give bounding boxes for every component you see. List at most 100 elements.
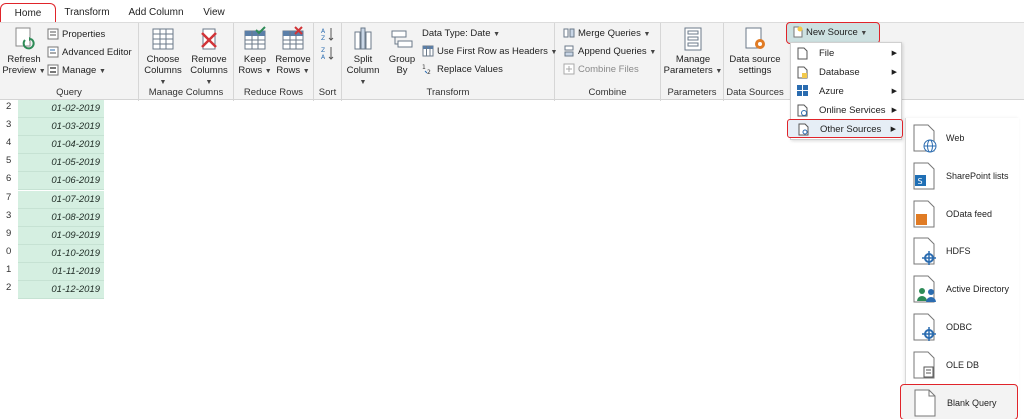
- table-cell[interactable]: 01-06-2019: [18, 172, 104, 190]
- chevron-down-icon: ▼: [643, 31, 651, 38]
- svg-text:1: 1: [422, 64, 426, 71]
- split-column-button[interactable]: Split Column ▼: [344, 26, 382, 88]
- combine-files-icon: [563, 63, 575, 75]
- settings-label: settings: [738, 65, 772, 76]
- manage-parameters-button[interactable]: Manage Parameters ▼: [663, 26, 723, 77]
- table-cell[interactable]: 01-05-2019: [18, 154, 104, 172]
- remove-columns-button[interactable]: Remove Columns ▼: [187, 26, 231, 88]
- table-cell[interactable]: 01-04-2019: [18, 136, 104, 154]
- first-row-label: Use First Row as Headers: [437, 46, 548, 57]
- keep-rows-button[interactable]: Keep Rows ▼: [237, 26, 273, 77]
- menu-item-blank-query[interactable]: Blank Query: [900, 384, 1018, 419]
- choose-columns-button[interactable]: Choose Columns ▼: [141, 26, 185, 88]
- menu-item-web[interactable]: Web: [906, 120, 1020, 156]
- table-cell[interactable]: 01-03-2019: [18, 118, 104, 136]
- chevron-down-icon: ▼: [715, 68, 723, 75]
- table-cell[interactable]: 01-02-2019: [18, 100, 104, 118]
- combine-files-button[interactable]: Combine Files: [563, 62, 639, 78]
- replace-values-icon: 12: [422, 64, 431, 75]
- combine-files-label: Combine Files: [578, 64, 639, 75]
- refresh-label: Refresh: [7, 54, 41, 65]
- tab-view[interactable]: View: [196, 3, 232, 22]
- chevron-right-icon: ▶: [891, 107, 897, 114]
- other-sources-menu: Web S SharePoint lists OData feed HDFS A…: [900, 118, 1020, 419]
- menu-item-hdfs[interactable]: HDFS: [906, 233, 1020, 269]
- data-source-settings-icon: [745, 27, 765, 49]
- remove-rows-button[interactable]: Remove Rows ▼: [274, 26, 312, 77]
- new-source-button[interactable]: New Source ▼: [786, 22, 880, 44]
- group-label-data-sources: Data Sources: [726, 87, 784, 98]
- menu-item-azure[interactable]: Azure ▶: [791, 82, 903, 101]
- table-cell[interactable]: 01-12-2019: [18, 281, 104, 299]
- replace-values-label: Replace Values: [437, 64, 503, 75]
- group-manage-columns: Choose Columns ▼ Remove Columns ▼ Manage…: [139, 23, 234, 101]
- group-reduce-rows: Keep Rows ▼ Remove Rows ▼ Reduce Rows: [234, 23, 314, 101]
- group-by-icon: [391, 30, 413, 48]
- table-cell[interactable]: 01-10-2019: [18, 245, 104, 263]
- chevron-down-icon: ▼: [159, 79, 167, 86]
- menu-item-odata-feed[interactable]: OData feed: [906, 196, 1020, 232]
- svg-text:S: S: [918, 177, 923, 186]
- tab-add-column[interactable]: Add Column: [124, 3, 188, 22]
- svg-text:Z: Z: [321, 35, 325, 42]
- advanced-editor-icon: [47, 46, 59, 58]
- use-first-row-headers-button[interactable]: Use First Row as Headers ▼: [422, 44, 557, 60]
- data-source-label: Data source: [729, 54, 781, 65]
- chevron-right-icon: ▶: [891, 69, 897, 76]
- sort-descending-button[interactable]: ZA: [320, 45, 336, 61]
- sharepoint-lists-label: SharePoint lists: [946, 171, 1009, 181]
- group-label-sort: Sort: [318, 87, 337, 98]
- merge-queries-label: Merge Queries: [578, 28, 641, 39]
- chevron-down-icon: ▼: [359, 79, 367, 86]
- table-cell[interactable]: 01-09-2019: [18, 227, 104, 245]
- odbc-label: ODBC: [946, 322, 973, 332]
- menu-item-ole-db[interactable]: OLE DB: [906, 347, 1020, 383]
- azure-label: Azure: [819, 86, 844, 97]
- menu-item-file[interactable]: File ▶: [791, 44, 903, 63]
- row-number: 3: [6, 119, 12, 130]
- merge-queries-button[interactable]: Merge Queries ▼: [563, 26, 650, 42]
- refresh-preview-button[interactable]: Refresh Preview ▼: [2, 26, 46, 77]
- columns-label: Columns: [144, 65, 182, 76]
- sort-ascending-button[interactable]: AZ: [320, 26, 336, 42]
- row-number: 2: [6, 101, 12, 112]
- menu-item-sharepoint-lists[interactable]: S SharePoint lists: [906, 158, 1020, 194]
- chevron-down-icon: ▼: [205, 79, 213, 86]
- group-combine: Merge Queries ▼ Append Queries ▼ Combine…: [555, 23, 661, 101]
- menu-item-odbc[interactable]: ODBC: [906, 309, 1020, 345]
- table-cell[interactable]: 01-07-2019: [18, 191, 104, 209]
- table-cell[interactable]: 01-11-2019: [18, 263, 104, 281]
- database-icon: [797, 66, 808, 79]
- chevron-right-icon: ▶: [891, 50, 897, 57]
- row-number: 9: [6, 228, 12, 239]
- menu-item-other-sources[interactable]: Other Sources ▶: [787, 119, 903, 138]
- properties-button[interactable]: Properties: [47, 27, 105, 43]
- chevron-down-icon: ▼: [860, 30, 868, 37]
- append-queries-button[interactable]: Append Queries ▼: [563, 44, 656, 60]
- tab-home[interactable]: Home: [0, 3, 56, 22]
- group-by-button[interactable]: Group By: [384, 26, 420, 76]
- data-type-dropdown[interactable]: Data Type: Date ▼: [422, 26, 500, 42]
- svg-text:A: A: [321, 54, 326, 61]
- choose-label: Choose: [146, 54, 180, 65]
- data-source-settings-button[interactable]: Data source settings: [726, 26, 784, 76]
- svg-text:A: A: [321, 28, 326, 35]
- group-label-parameters: Parameters: [667, 87, 717, 98]
- split-label: Split: [353, 54, 373, 65]
- tab-transform[interactable]: Transform: [60, 3, 114, 22]
- properties-icon: [47, 28, 59, 40]
- chevron-down-icon: ▼: [493, 31, 501, 38]
- menu-item-database[interactable]: Database ▶: [791, 63, 903, 82]
- replace-values-button[interactable]: 1 2 Replace Values: [422, 62, 503, 78]
- table-cell[interactable]: 01-08-2019: [18, 209, 104, 227]
- online-services-icon: [797, 104, 808, 117]
- menu-item-active-directory[interactable]: Active Directory: [906, 271, 1020, 307]
- data-type-label: Data Type: Date: [422, 28, 491, 39]
- manage-button[interactable]: Manage ▼: [47, 63, 106, 79]
- menu-item-online-services[interactable]: Online Services ▶: [791, 101, 903, 120]
- row-number: 0: [6, 246, 12, 257]
- other-sources-icon: [798, 123, 809, 136]
- advanced-editor-button[interactable]: Advanced Editor: [47, 45, 132, 61]
- new-source-menu: File ▶ Database ▶ Azure ▶ Online Services ▶ …: [787, 42, 903, 140]
- new-source-label: New Source: [806, 27, 858, 38]
